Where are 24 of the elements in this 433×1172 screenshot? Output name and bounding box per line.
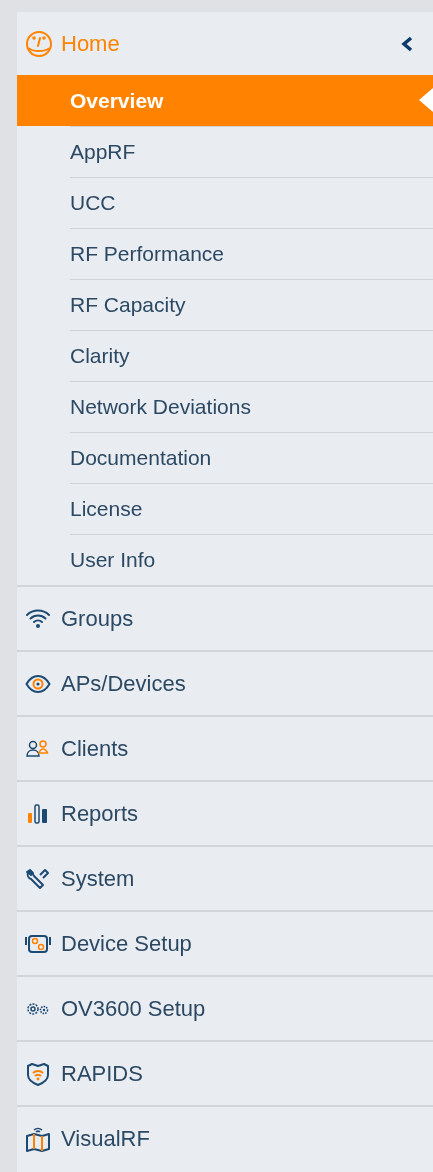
submenu-item[interactable]: RF Capacity <box>17 279 433 330</box>
submenu-item[interactable]: AppRF <box>17 126 433 177</box>
submenu-item[interactable]: Network Deviations <box>17 381 433 432</box>
menu-item[interactable]: RAPIDS <box>17 1040 433 1105</box>
submenu-item[interactable]: License <box>17 483 433 534</box>
menu-item[interactable]: APs/Devices <box>17 650 433 715</box>
submenu-item[interactable]: Clarity <box>17 330 433 381</box>
submenu-item[interactable]: User Info <box>17 534 433 585</box>
submenu-item[interactable]: Documentation <box>17 432 433 483</box>
map-icon <box>25 1125 51 1152</box>
home-label: Home <box>61 30 121 58</box>
shield-icon <box>25 1060 51 1087</box>
menu-item[interactable]: System <box>17 845 433 910</box>
chevron-icon <box>401 35 413 52</box>
menu-item[interactable]: OV3600 Setup <box>17 975 433 1040</box>
menu-item[interactable]: Reports <box>17 780 433 845</box>
submenu-item[interactable]: UCC <box>17 177 433 228</box>
menu-item[interactable]: Groups <box>17 585 433 650</box>
dashboard-icon <box>25 29 53 58</box>
menu-item[interactable]: Clients <box>17 715 433 780</box>
menu-item[interactable]: Device Setup <box>17 910 433 975</box>
submenu-item[interactable]: RF Performance <box>17 228 433 279</box>
menu-item[interactable]: VisualRF <box>17 1105 433 1170</box>
selection-pointer-icon <box>419 88 433 112</box>
